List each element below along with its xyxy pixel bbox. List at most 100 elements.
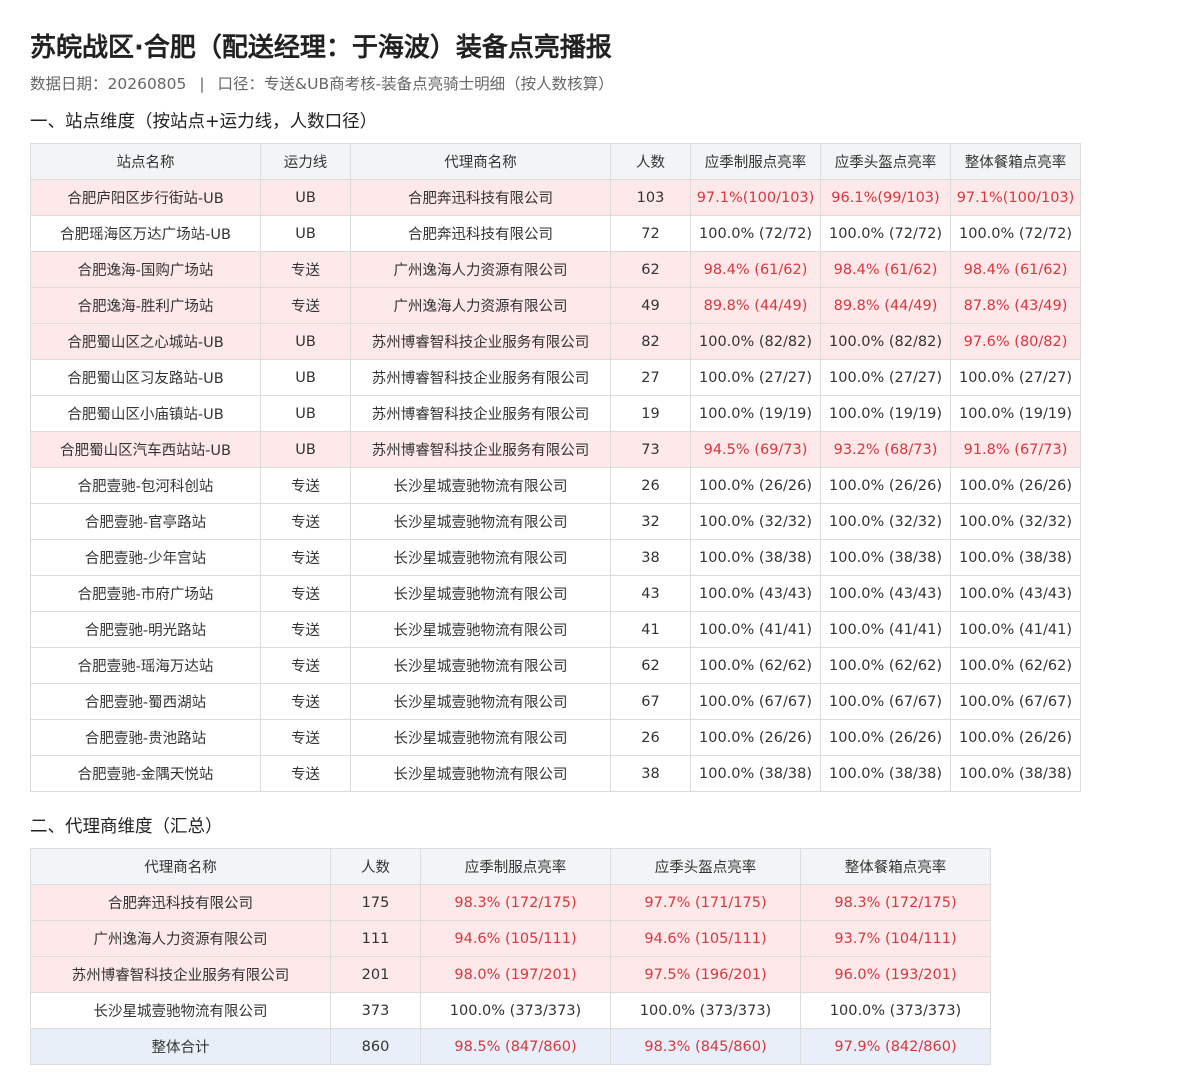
table-cell: 专送 [260,575,351,612]
column-header: 整体餐箱点亮率 [950,143,1081,180]
table-cell: 合肥蜀山区习友路站-UB [30,359,261,396]
table-cell: 100.0% (19/19) [820,395,951,432]
table-cell: 100.0% (32/32) [950,503,1081,540]
table-cell: 100.0% (62/62) [820,647,951,684]
table-cell: 100.0% (38/38) [820,755,951,792]
table-row: 合肥蜀山区小庙镇站-UB UB 苏州博睿智科技企业服务有限公司 19 100.0% (1… [30,395,1081,432]
table-cell: 专送 [260,251,351,288]
table-cell: 91.8% (67/73) [950,431,1081,468]
table-cell: 合肥壹驰-贵池路站 [30,719,261,756]
table-cell: 100.0% (27/27) [690,359,821,396]
table-cell: 97.9% (842/860) [800,1028,991,1065]
table-cell: 广州逸海人力资源有限公司 [350,287,611,324]
table-cell: 合肥壹驰-官亭路站 [30,503,261,540]
table-cell: 100.0% (72/72) [950,215,1081,252]
table-cell: 苏州博睿智科技企业服务有限公司 [350,431,611,468]
table-cell: 100.0% (26/26) [820,719,951,756]
table-cell: 长沙星城壹驰物流有限公司 [350,755,611,792]
report-meta: 数据日期：20260805 | 口径：专送&UB商考核-装备点亮骑士明细（按人数… [30,73,1180,95]
table-row: 合肥壹驰-瑶海万达站 专送 长沙星城壹驰物流有限公司 62 100.0% (62/62)… [30,647,1081,684]
table-cell: 93.2% (68/73) [820,431,951,468]
table-cell: 合肥奔迅科技有限公司 [30,884,331,921]
table-cell: 100.0% (72/72) [820,215,951,252]
table-cell: 96.0% (193/201) [800,956,991,993]
table-cell: 100.0% (19/19) [950,395,1081,432]
table-cell: 49 [610,287,691,324]
table-cell: 专送 [260,503,351,540]
table-row: 合肥逸海-国购广场站 专送 广州逸海人力资源有限公司 62 98.4% (61/62) 9… [30,251,1081,288]
table-cell: 100.0% (62/62) [690,647,821,684]
column-header: 人数 [610,143,691,180]
table-cell: 100.0% (67/67) [690,683,821,720]
column-header: 代理商名称 [30,848,331,885]
column-header: 人数 [330,848,421,885]
table-cell: 合肥逸海-胜利广场站 [30,287,261,324]
table-cell: 长沙星城壹驰物流有限公司 [350,539,611,576]
table-cell: 96.1%(99/103) [820,179,951,216]
table-cell: UB [260,359,351,396]
table-cell: 苏州博睿智科技企业服务有限公司 [30,956,331,993]
table-cell: 860 [330,1028,421,1065]
table-cell: 合肥奔迅科技有限公司 [350,215,611,252]
table-cell: 100.0% (38/38) [690,755,821,792]
table-cell: 合肥壹驰-瑶海万达站 [30,647,261,684]
table-cell: 373 [330,992,421,1029]
table-cell: 专送 [260,467,351,504]
table-cell: 苏州博睿智科技企业服务有限公司 [350,359,611,396]
agent-table-body: 合肥奔迅科技有限公司 175 98.3% (172/175) 97.7% (171/1… [30,884,991,1065]
table-cell: 100.0% (82/82) [820,323,951,360]
table-row: 合肥蜀山区汽车西站站-UB UB 苏州博睿智科技企业服务有限公司 73 94.5% (6… [30,431,1081,468]
table-cell: 100.0% (32/32) [690,503,821,540]
table-cell: 111 [330,920,421,957]
table-cell: 97.1%(100/103) [950,179,1081,216]
table-cell: 98.4% (61/62) [820,251,951,288]
table-cell: UB [260,395,351,432]
table-cell: 19 [610,395,691,432]
station-table-header: 站点名称 运力线 代理商名称 人数 应季制服点亮率 应季头盔点亮率 整体餐箱点亮率 [30,143,1081,180]
table-cell: 100.0% (38/38) [690,539,821,576]
table-cell: 38 [610,539,691,576]
table-cell: 苏州博睿智科技企业服务有限公司 [350,395,611,432]
table-cell: 100.0% (43/43) [690,575,821,612]
table-cell: 专送 [260,611,351,648]
table-row: 合肥壹驰-市府广场站 专送 长沙星城壹驰物流有限公司 43 100.0% (43/43)… [30,575,1081,612]
table-cell: 100.0% (26/26) [950,467,1081,504]
station-table-body: 合肥庐阳区步行街站-UB UB 合肥奔迅科技有限公司 103 97.1%(100/103… [30,179,1081,792]
table-cell: 长沙星城壹驰物流有限公司 [350,647,611,684]
table-cell: 97.7% (171/175) [610,884,801,921]
table-cell: 100.0% (67/67) [820,683,951,720]
table-row: 广州逸海人力资源有限公司 111 94.6% (105/111) 94.6% (105… [30,920,991,957]
table-row: 合肥壹驰-包河科创站 专送 长沙星城壹驰物流有限公司 26 100.0% (26/26)… [30,467,1081,504]
table-cell: 175 [330,884,421,921]
table-cell: 合肥蜀山区之心城站-UB [30,323,261,360]
page-title: 苏皖战区·合肥（配送经理：于海波）装备点亮播报 [30,33,612,63]
agent-table-header: 代理商名称 人数 应季制服点亮率 应季头盔点亮率 整体餐箱点亮率 [30,848,991,885]
table-row: 合肥蜀山区之心城站-UB UB 苏州博睿智科技企业服务有限公司 82 100.0% (8… [30,323,1081,360]
table-row: 合肥蜀山区习友路站-UB UB 苏州博睿智科技企业服务有限公司 27 100.0% (2… [30,359,1081,396]
table-cell: 98.5% (847/860) [420,1028,611,1065]
table-cell: 100.0% (19/19) [690,395,821,432]
table-cell: 98.3% (172/175) [420,884,611,921]
table-cell: 73 [610,431,691,468]
table-cell: 82 [610,323,691,360]
table-cell: 100.0% (72/72) [690,215,821,252]
table-cell: 合肥奔迅科技有限公司 [350,179,611,216]
table-cell: 专送 [260,539,351,576]
column-header: 应季头盔点亮率 [610,848,801,885]
table-cell: 100.0% (62/62) [950,647,1081,684]
table-row: 合肥壹驰-少年宫站 专送 长沙星城壹驰物流有限公司 38 100.0% (38/38) 1… [30,539,1081,576]
table-cell: 97.5% (196/201) [610,956,801,993]
table-cell: 合肥蜀山区小庙镇站-UB [30,395,261,432]
table-cell: 长沙星城壹驰物流有限公司 [30,992,331,1029]
table-cell: 100.0% (27/27) [950,359,1081,396]
table-cell: UB [260,179,351,216]
table-cell: 100.0% (38/38) [950,755,1081,792]
table-row: 合肥壹驰-明光路站 专送 长沙星城壹驰物流有限公司 41 100.0% (41/41) 1… [30,611,1081,648]
data-date: 数据日期：20260805 [30,75,187,93]
table-cell: 87.8% (43/49) [950,287,1081,324]
column-header: 整体餐箱点亮率 [800,848,991,885]
table-cell: 62 [610,251,691,288]
table-row: 合肥逸海-胜利广场站 专送 广州逸海人力资源有限公司 49 89.8% (44/49) 8… [30,287,1081,324]
table-cell: 94.6% (105/111) [420,920,611,957]
table-cell: 长沙星城壹驰物流有限公司 [350,575,611,612]
